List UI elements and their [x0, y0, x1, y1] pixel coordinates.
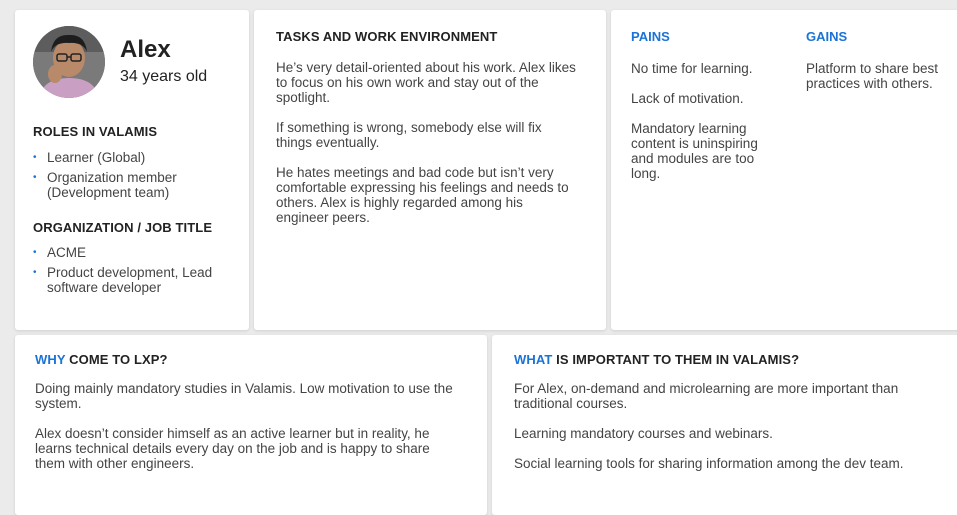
why-heading-accent: WHY	[35, 352, 66, 367]
pains-heading: PAINS	[631, 29, 670, 44]
pain-item: No time for learning.	[631, 61, 753, 76]
why-body: Doing mainly mandatory studies in Valami…	[35, 381, 455, 486]
gain-item: Platform to share best practices with ot…	[806, 61, 939, 91]
why-heading: WHY COME TO LXP?	[35, 352, 168, 367]
paragraph: For Alex, on-demand and microlearning ar…	[514, 381, 899, 411]
paragraph: He hates meetings and bad code but isn’t…	[276, 165, 569, 225]
persona-name: Alex	[120, 36, 171, 63]
pains-column: PAINS No time for learning. Lack of moti…	[631, 29, 781, 196]
what-card: WHAT IS IMPORTANT TO THEM IN VALAMIS? Fo…	[492, 335, 957, 515]
gains-heading: GAINS	[806, 29, 848, 44]
pains-gains-card: PAINS No time for learning. Lack of moti…	[611, 10, 957, 330]
person-photo-icon	[33, 26, 105, 98]
list-item: ACME	[33, 245, 243, 261]
tasks-card: TASKS AND WORK ENVIRONMENT He’s very det…	[254, 10, 606, 330]
what-heading-text: IS IMPORTANT TO THEM IN VALAMIS?	[552, 352, 800, 367]
list-item: Learner (Global)	[33, 150, 243, 166]
list-item: Product development, Lead software devel…	[33, 265, 243, 296]
what-body: For Alex, on-demand and microlearning ar…	[514, 381, 934, 486]
org-list: ACME Product development, Lead software …	[33, 245, 243, 300]
what-heading: WHAT IS IMPORTANT TO THEM IN VALAMIS?	[514, 352, 799, 367]
paragraph: He’s very detail-oriented about his work…	[276, 60, 576, 105]
list-item: Organization member (Development team)	[33, 170, 243, 201]
paragraph: Social learning tools for sharing inform…	[514, 456, 904, 471]
roles-heading: ROLES IN VALAMIS	[33, 124, 158, 139]
pain-item: Mandatory learning content is uninspirin…	[631, 121, 758, 181]
pain-item: Lack of motivation.	[631, 91, 744, 106]
org-heading: ORGANIZATION / JOB TITLE	[33, 220, 213, 235]
avatar	[33, 26, 105, 98]
gains-column: GAINS Platform to share best practices w…	[806, 29, 946, 106]
persona-age: 34 years old	[120, 68, 208, 85]
why-heading-text: COME TO LXP?	[65, 352, 168, 367]
paragraph: Learning mandatory courses and webinars.	[514, 426, 773, 441]
profile-card: Alex 34 years old ROLES IN VALAMIS Learn…	[15, 10, 249, 330]
tasks-body: He’s very detail-oriented about his work…	[276, 60, 576, 240]
why-card: WHY COME TO LXP? Doing mainly mandatory …	[15, 335, 487, 515]
tasks-heading: TASKS AND WORK ENVIRONMENT	[276, 29, 498, 44]
paragraph: Doing mainly mandatory studies in Valami…	[35, 381, 453, 411]
paragraph: Alex doesn’t consider himself as an acti…	[35, 426, 430, 471]
paragraph: If something is wrong, somebody else wil…	[276, 120, 542, 150]
roles-list: Learner (Global) Organization member (De…	[33, 150, 243, 205]
what-heading-accent: WHAT	[514, 352, 553, 367]
